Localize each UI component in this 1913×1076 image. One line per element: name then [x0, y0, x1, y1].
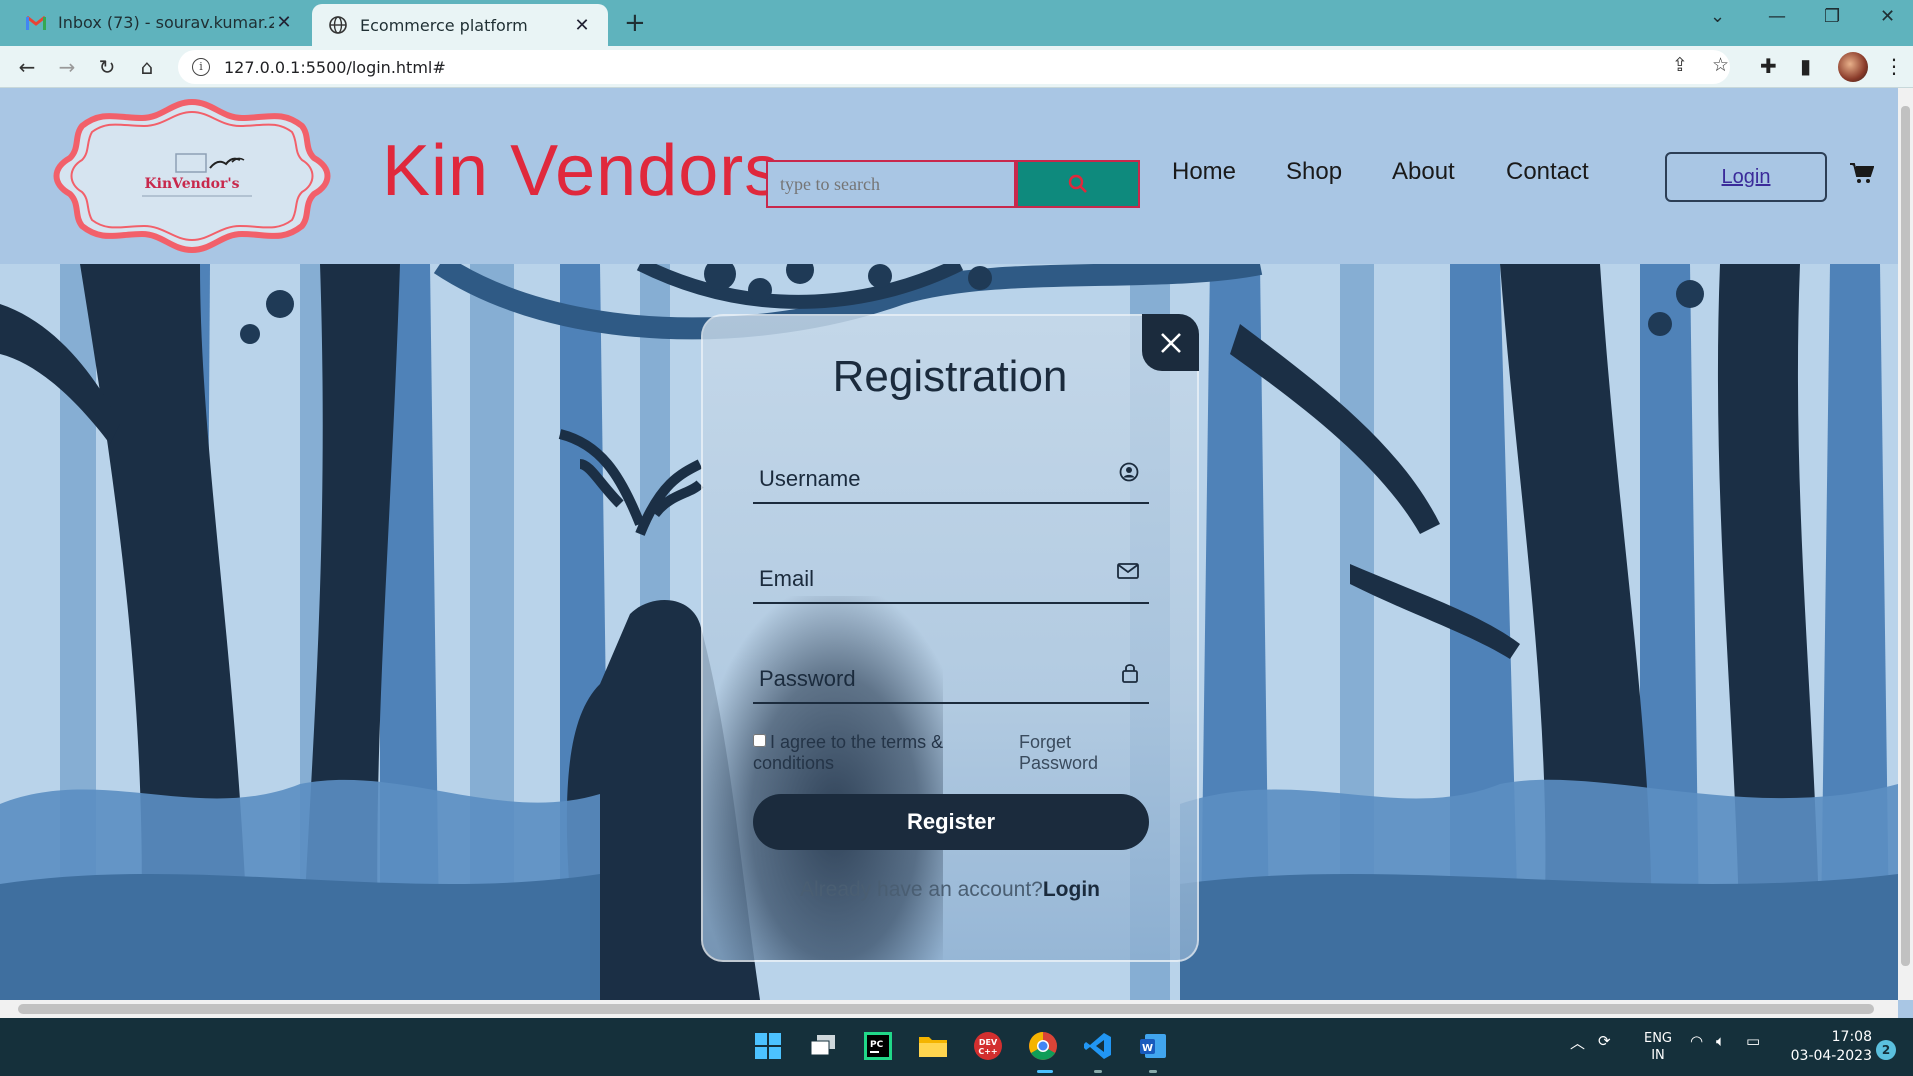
modal-close-button[interactable]	[1142, 314, 1199, 371]
svg-text:W: W	[1142, 1043, 1153, 1054]
chrome-icon[interactable]	[1025, 1028, 1061, 1064]
bookmark-star-icon[interactable]: ☆	[1712, 54, 1729, 76]
notification-badge[interactable]: 2	[1876, 1040, 1896, 1060]
word-icon[interactable]: W	[1135, 1028, 1171, 1064]
username-field[interactable]	[753, 444, 1149, 504]
tab-title: Ecommerce platform	[360, 15, 528, 35]
file-explorer-icon[interactable]	[915, 1028, 951, 1064]
windows-taskbar: PC DEV C++ W ︿ ⟳ ENG IN ◠ 🔈︎ ▭ 17:08 03-0…	[0, 1018, 1913, 1076]
browser-toolbar: ← → ↻ ⌂ i 127.0.0.1:5500/login.html# ⇪ ☆…	[0, 46, 1913, 88]
site-logo[interactable]: KinVendor's	[42, 96, 342, 256]
new-tab-icon[interactable]: +	[624, 8, 646, 38]
registration-modal: Registration I agree to the terms & cond…	[701, 314, 1199, 962]
svg-text:DEV: DEV	[979, 1038, 998, 1047]
site-header: KinVendor's Kin Vendors Home Shop About …	[0, 88, 1898, 264]
email-field[interactable]	[753, 544, 1149, 604]
show-hidden-icons-icon[interactable]: ︿	[1570, 1032, 1585, 1053]
profile-avatar[interactable]	[1838, 52, 1868, 82]
tab-ecommerce-platform[interactable]: Ecommerce platform ✕	[312, 4, 608, 46]
volume-icon[interactable]: 🔈︎	[1716, 1032, 1725, 1050]
nav-home[interactable]: Home	[1172, 158, 1236, 186]
mail-icon	[1117, 562, 1139, 584]
vscode-icon[interactable]	[1080, 1028, 1116, 1064]
brand-title: Kin Vendors	[382, 131, 782, 211]
modal-title: Registration	[832, 352, 1068, 401]
home-icon[interactable]: ⌂	[134, 54, 160, 80]
search-button[interactable]	[1016, 160, 1140, 208]
browser-tab-bar: Inbox (73) - sourav.kumar.2712@ ✕ Ecomme…	[0, 0, 1913, 46]
horizontal-scrollbar[interactable]	[0, 1000, 1898, 1018]
already-have-account: Already have an account?Login	[703, 878, 1197, 902]
system-clock[interactable]: 17:08 03-04-2023	[1786, 1028, 1872, 1066]
restore-icon[interactable]: ❐	[1824, 6, 1840, 27]
modal-login-link[interactable]: Login	[1043, 878, 1100, 901]
password-input[interactable]	[759, 666, 1079, 692]
terms-checkbox-label[interactable]: I agree to the terms & conditions	[753, 732, 993, 774]
svg-text:C++: C++	[978, 1047, 997, 1056]
gmail-icon	[26, 12, 46, 32]
forward-icon[interactable]: →	[54, 54, 80, 80]
sync-icon[interactable]: ⟳	[1598, 1032, 1611, 1050]
username-input[interactable]	[759, 466, 1079, 492]
tab-close-icon[interactable]: ✕	[274, 12, 294, 33]
site-info-icon[interactable]: i	[192, 58, 210, 76]
language-indicator[interactable]: ENG IN	[1638, 1030, 1678, 1064]
search-input[interactable]	[766, 160, 1016, 208]
search-icon	[1068, 174, 1087, 193]
forget-password-link[interactable]: Forget Password	[1019, 732, 1129, 774]
wifi-icon[interactable]: ◠	[1690, 1032, 1703, 1050]
tab-search-chevron-icon[interactable]: ⌄	[1710, 6, 1725, 27]
already-text: Already have an account?	[800, 878, 1043, 901]
extensions-icon[interactable]: ✚	[1760, 54, 1777, 78]
terms-text: I agree to the terms & conditions	[753, 732, 944, 773]
dev-cpp-icon[interactable]: DEV C++	[970, 1028, 1006, 1064]
close-window-icon[interactable]: ✕	[1880, 6, 1895, 27]
header-login-button[interactable]: Login	[1665, 152, 1827, 202]
svg-text:PC: PC	[870, 1040, 884, 1050]
lock-icon	[1121, 662, 1139, 688]
register-button[interactable]: Register	[753, 794, 1149, 850]
logo-wordmark: KinVendor's	[145, 176, 240, 192]
nav-about[interactable]: About	[1392, 158, 1455, 186]
email-input[interactable]	[759, 566, 1079, 592]
tab-gmail-inbox[interactable]: Inbox (73) - sourav.kumar.2712@ ✕	[10, 2, 310, 42]
windows-start-icon[interactable]	[750, 1028, 786, 1064]
tab-close-icon[interactable]: ✕	[572, 15, 592, 36]
pycharm-icon[interactable]: PC	[860, 1028, 896, 1064]
side-panel-icon[interactable]: ▮	[1800, 54, 1811, 78]
nav-shop[interactable]: Shop	[1286, 158, 1342, 186]
back-icon[interactable]: ←	[14, 54, 40, 80]
cart-icon[interactable]	[1850, 162, 1875, 188]
terms-checkbox[interactable]	[753, 734, 766, 747]
close-icon	[1160, 332, 1181, 353]
task-view-icon[interactable]	[805, 1028, 841, 1064]
globe-icon	[328, 15, 348, 35]
password-field[interactable]	[753, 644, 1149, 704]
address-bar[interactable]: i 127.0.0.1:5500/login.html#	[178, 50, 1730, 84]
reload-icon[interactable]: ↻	[94, 54, 120, 80]
user-circle-icon	[1119, 462, 1139, 486]
clock-time: 17:08	[1831, 1029, 1872, 1045]
address-url: 127.0.0.1:5500/login.html#	[224, 57, 446, 77]
nav-contact[interactable]: Contact	[1506, 158, 1589, 186]
vertical-scrollbar[interactable]	[1898, 88, 1913, 1000]
browser-menu-icon[interactable]: ⋮	[1884, 54, 1904, 78]
battery-icon[interactable]: ▭	[1746, 1032, 1760, 1050]
clock-date: 03-04-2023	[1790, 1048, 1872, 1064]
share-icon[interactable]: ⇪	[1672, 54, 1688, 76]
minimize-icon[interactable]: —	[1768, 6, 1786, 27]
tab-title: Inbox (73) - sourav.kumar.2712@	[58, 12, 274, 32]
